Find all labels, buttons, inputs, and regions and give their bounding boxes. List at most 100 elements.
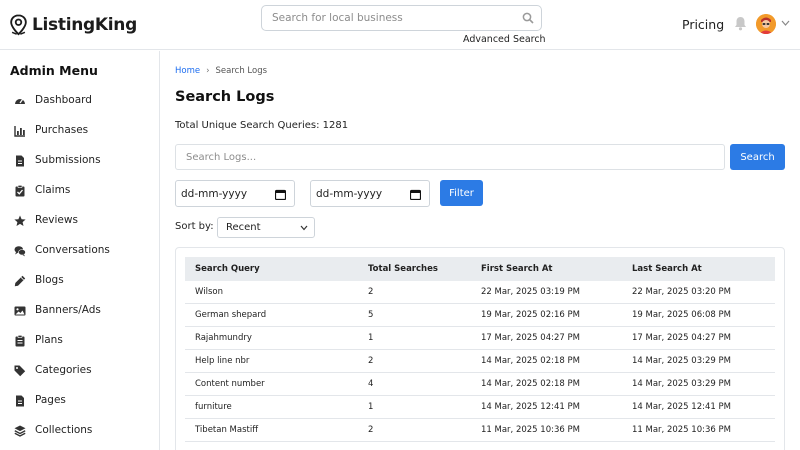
search-icon[interactable] [522, 12, 534, 24]
cell-query: Rajahmundry [195, 333, 252, 343]
user-avatar-icon [756, 14, 776, 34]
pencil-icon [14, 275, 26, 287]
breadcrumb-current: Search Logs [215, 66, 268, 76]
cell-query: furniture [195, 402, 232, 412]
cell-last: 17 Mar, 2025 04:27 PM [632, 333, 731, 343]
sidebar-item-label: Banners/Ads [35, 304, 101, 316]
page-title: Search Logs [175, 89, 275, 105]
sidebar-item-label: Collections [35, 424, 93, 436]
sidebar-item-conversations[interactable]: Conversations [0, 236, 159, 266]
sidebar-item-purchases[interactable]: Purchases [0, 116, 159, 146]
cell-first: 19 Mar, 2025 02:16 PM [481, 310, 580, 320]
filter-button[interactable]: Filter [440, 180, 483, 206]
breadcrumb-separator: › [206, 66, 210, 76]
sidebar-item-dashboard[interactable]: Dashboard [0, 86, 159, 116]
sidebar-item-label: Categories [35, 364, 92, 376]
column-header-query[interactable]: Search Query [195, 264, 260, 274]
tags-icon [14, 365, 26, 377]
cell-query: Content number [195, 379, 265, 389]
logs-search-input[interactable] [175, 144, 725, 170]
cell-first: 14 Mar, 2025 12:41 PM [481, 402, 580, 412]
column-header-first[interactable]: First Search At [481, 264, 553, 274]
comments-icon [14, 246, 26, 257]
bell-icon[interactable] [734, 16, 747, 31]
calendar-icon[interactable] [275, 189, 286, 200]
sidebar-item-label: Reviews [35, 214, 78, 226]
sidebar-title: Admin Menu [10, 63, 98, 78]
table-header: Search Query Total Searches First Search… [185, 257, 775, 281]
pricing-link[interactable]: Pricing [682, 17, 724, 32]
advanced-search-link[interactable]: Advanced Search [463, 34, 546, 45]
sidebar-item-label: Submissions [35, 154, 101, 166]
cell-total: 1 [368, 333, 374, 343]
cell-last: 22 Mar, 2025 03:20 PM [632, 287, 731, 297]
table-row: Rajahmundry 1 17 Mar, 2025 04:27 PM 17 M… [185, 327, 775, 350]
gauge-icon [15, 99, 25, 104]
cell-total: 2 [368, 287, 374, 297]
sidebar-item-label: Purchases [35, 124, 89, 136]
cell-first: 14 Mar, 2025 02:18 PM [481, 379, 580, 389]
file-icon [16, 395, 24, 407]
cell-total: 2 [368, 425, 374, 435]
cell-total: 2 [368, 356, 374, 366]
column-header-total[interactable]: Total Searches [368, 264, 438, 274]
image-icon [14, 306, 26, 316]
avatar[interactable] [756, 14, 776, 34]
total-queries-count: Total Unique Search Queries: 1281 [175, 120, 349, 131]
sort-select[interactable]: Recent [217, 217, 315, 238]
breadcrumb: Home › Search Logs [175, 66, 267, 76]
sidebar-item-categories[interactable]: Categories [0, 356, 159, 386]
logo-text: ListingKing [32, 15, 137, 35]
chevron-down-icon[interactable] [781, 20, 790, 26]
sidebar-item-label: Pages [35, 394, 66, 406]
cell-query: Tibetan Mastiff [195, 425, 259, 435]
sidebar-item-label: Blogs [35, 274, 64, 286]
cell-total: 4 [368, 379, 374, 389]
sort-selected-value: Recent [226, 222, 261, 233]
business-search-input[interactable] [262, 6, 512, 30]
business-search-box [261, 5, 542, 31]
cell-first: 22 Mar, 2025 03:19 PM [481, 287, 580, 297]
table-row: Tibetan Mastiff 2 11 Mar, 2025 10:36 PM … [185, 419, 775, 442]
date-to-input[interactable]: dd-mm-yyyy [310, 180, 430, 207]
table-row: German shepard 5 19 Mar, 2025 02:16 PM 1… [185, 304, 775, 327]
cell-query: Wilson [195, 287, 223, 297]
date-from-text: dd-mm-yyyy [181, 188, 248, 200]
cell-total: 1 [368, 402, 374, 412]
cell-last: 14 Mar, 2025 03:29 PM [632, 379, 731, 389]
table-row: Content number 4 14 Mar, 2025 02:18 PM 1… [185, 373, 775, 396]
sidebar-item-label: Plans [35, 334, 63, 346]
sidebar-item-blogs[interactable]: Blogs [0, 266, 159, 296]
sidebar-item-reviews[interactable]: Reviews [0, 206, 159, 236]
sidebar-item-label: Conversations [35, 244, 110, 256]
sidebar-item-plans[interactable]: Plans [0, 326, 159, 356]
logo[interactable]: ListingKing [9, 13, 137, 37]
sidebar-item-collections[interactable]: Collections [0, 416, 159, 446]
search-button[interactable]: Search [730, 144, 785, 170]
star-icon [14, 215, 26, 226]
cell-first: 14 Mar, 2025 02:18 PM [481, 356, 580, 366]
cell-last: 11 Mar, 2025 10:36 PM [632, 425, 731, 435]
cell-total: 5 [368, 310, 374, 320]
cell-first: 11 Mar, 2025 10:36 PM [481, 425, 580, 435]
date-from-input[interactable]: dd-mm-yyyy [175, 180, 295, 207]
breadcrumb-home-link[interactable]: Home [175, 66, 200, 76]
sidebar-item-submissions[interactable]: Submissions [0, 146, 159, 176]
chevron-down-icon [300, 225, 308, 231]
table-row: furniture 1 14 Mar, 2025 12:41 PM 14 Mar… [185, 396, 775, 419]
cell-query: German shepard [195, 310, 267, 320]
sidebar-item-banners-ads[interactable]: Banners/Ads [0, 296, 159, 326]
date-to-text: dd-mm-yyyy [316, 188, 383, 200]
admin-sidebar: Admin Menu Dashboard Purchases Submissio… [0, 51, 160, 450]
sidebar-item-pages[interactable]: Pages [0, 386, 159, 416]
calendar-icon[interactable] [410, 189, 421, 200]
cell-first: 17 Mar, 2025 04:27 PM [481, 333, 580, 343]
file-icon [16, 155, 24, 167]
clipboard-check-icon [15, 185, 25, 197]
sidebar-item-label: Claims [35, 184, 71, 196]
column-header-last[interactable]: Last Search At [632, 264, 702, 274]
map-pin-icon [10, 14, 27, 36]
sidebar-item-claims[interactable]: Claims [0, 176, 159, 206]
layers-icon [14, 425, 26, 437]
sort-label: Sort by: [175, 221, 214, 232]
